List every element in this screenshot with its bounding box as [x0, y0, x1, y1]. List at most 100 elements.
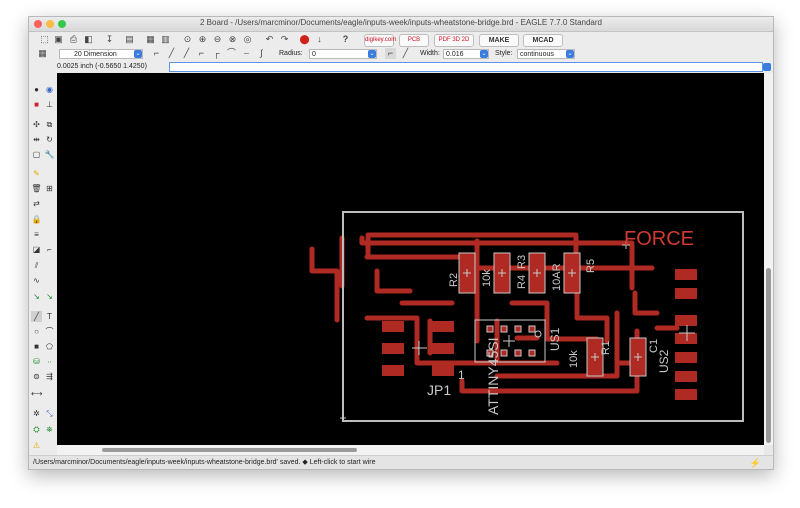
show-icon[interactable]: ◉: [44, 84, 55, 95]
label-10k-a: 10k: [481, 269, 493, 287]
cam-icon[interactable]: ◧: [83, 34, 94, 45]
signal-icon[interactable]: ∙∙: [44, 356, 55, 367]
redo-icon[interactable]: ↷: [279, 34, 290, 45]
text-icon[interactable]: T: [44, 311, 55, 322]
zoom-select-icon[interactable]: ◎: [242, 34, 253, 45]
label-r2: R2: [448, 273, 460, 287]
style-select[interactable]: continuous ⌄: [517, 49, 575, 59]
miter-icon[interactable]: ◪: [31, 244, 42, 255]
label-jp1: JP1: [427, 382, 451, 398]
width-value: 0.016: [446, 51, 464, 58]
status-bar: /Users/marcminor/Documents/eagle/inputs-…: [29, 455, 773, 469]
display-icon[interactable]: ■: [31, 99, 42, 110]
arc-icon[interactable]: ⌒: [44, 326, 55, 337]
zoom-fit-icon[interactable]: ⊙: [182, 34, 193, 45]
lock-icon[interactable]: 🔒: [31, 214, 42, 225]
smash-icon[interactable]: ≡: [31, 229, 42, 240]
delete-icon[interactable]: 🗑: [31, 183, 42, 194]
wire-bend-4-icon[interactable]: ⌐: [196, 48, 207, 59]
lightning-icon: ⚡: [749, 458, 761, 468]
digikey-button[interactable]: digikey.com: [364, 34, 396, 47]
change-icon[interactable]: 🔧: [44, 149, 55, 160]
move-icon[interactable]: ✣: [31, 119, 42, 130]
undo-icon[interactable]: ↶: [264, 34, 275, 45]
optimize-icon[interactable]: ⫽: [31, 260, 42, 271]
wire-bend-8-icon[interactable]: ∫: [256, 48, 267, 59]
dimension-icon[interactable]: ⟷: [31, 388, 42, 399]
history-dropdown-icon[interactable]: [763, 63, 771, 71]
zoom-redraw-icon[interactable]: ⊗: [227, 34, 238, 45]
rect-icon[interactable]: ■: [31, 341, 42, 352]
wire-bend-6-icon[interactable]: ⌒: [226, 48, 237, 59]
label-us1: US1: [548, 327, 562, 351]
script-icon[interactable]: ↧: [104, 34, 115, 45]
print-icon[interactable]: ⎙: [68, 34, 79, 45]
zoom-in-icon[interactable]: ⊕: [197, 34, 208, 45]
layer-select[interactable]: 20 Dimension ⌄: [59, 49, 143, 59]
info-icon[interactable]: ●: [31, 84, 42, 95]
board-canvas[interactable]: FORCE R2 10k R4 R3 10AR R5 US1 10k R1 C1…: [57, 73, 764, 445]
ripup-icon[interactable]: ↘: [44, 291, 55, 302]
add-icon[interactable]: ⊞: [44, 183, 55, 194]
ulp-icon[interactable]: ▤: [124, 34, 135, 45]
label-pin1: 1: [458, 368, 465, 382]
wire-bend-7-icon[interactable]: ⌣: [241, 48, 252, 59]
hole-icon[interactable]: ⊜: [31, 371, 42, 382]
erc-icon[interactable]: ⛯: [44, 424, 55, 435]
width-label: Width:: [420, 50, 440, 57]
horizontal-scrollbar[interactable]: [57, 445, 764, 455]
mark-icon[interactable]: ⊥: [44, 99, 55, 110]
via-icon[interactable]: ⛁: [31, 356, 42, 367]
wire-bend-icon[interactable]: ⌐: [151, 48, 162, 59]
app-window: 2 Board - /Users/marcminor/Documents/eag…: [28, 16, 774, 470]
route-icon[interactable]: ↘: [31, 291, 42, 302]
polygon-icon[interactable]: ⬠: [44, 341, 55, 352]
copy-icon[interactable]: ⧉: [44, 119, 55, 130]
errors-icon[interactable]: ⚠: [31, 440, 42, 451]
mcad-button[interactable]: MCAD: [523, 34, 563, 47]
meander-icon[interactable]: ∿: [31, 275, 42, 286]
command-input[interactable]: [169, 62, 763, 72]
wire-bend-5-icon[interactable]: ┌: [211, 48, 222, 59]
make-button[interactable]: MAKE: [479, 34, 519, 47]
save-icon[interactable]: ▣: [53, 34, 64, 45]
autorouter-icon[interactable]: ⤡: [44, 408, 55, 419]
replace-icon[interactable]: ⇄: [31, 198, 42, 209]
label-r4: R4: [516, 275, 528, 289]
mirror-icon[interactable]: ⇹: [31, 134, 42, 145]
grid-icon[interactable]: ▦: [37, 48, 48, 59]
attribute-icon[interactable]: ⇶: [44, 371, 55, 382]
wire-bend-3-icon[interactable]: ╱: [181, 48, 192, 59]
rotate-icon[interactable]: ↻: [44, 134, 55, 145]
horizontal-scroll-thumb[interactable]: [102, 448, 357, 452]
schematic-icon[interactable]: ▦: [145, 34, 156, 45]
layer-value: 20 Dimension: [74, 51, 117, 58]
vertical-scrollbar[interactable]: [764, 73, 773, 445]
wire-icon[interactable]: ╱: [31, 311, 42, 322]
parameter-toolbar: ▦ 20 Dimension ⌄ ⌐ ╱ ╱ ⌐ ┌ ⌒ ⌣ ∫ Radius:…: [29, 47, 773, 62]
miter-round-icon[interactable]: ⌐: [385, 48, 396, 59]
ratsnest-icon[interactable]: ✲: [31, 408, 42, 419]
pcb-quote-button[interactable]: PCB quote: [399, 34, 429, 54]
circle-icon[interactable]: ○: [31, 326, 42, 337]
zoom-out-icon[interactable]: ⊖: [212, 34, 223, 45]
chevron-down-icon: ⌄: [566, 50, 574, 58]
radius-input[interactable]: 0 ⌄: [309, 49, 377, 59]
stop-icon[interactable]: ⬤: [299, 34, 310, 45]
split-icon[interactable]: ⌐: [44, 244, 55, 255]
miter-straight-icon[interactable]: ╱: [400, 48, 411, 59]
paste-icon[interactable]: ✎: [31, 168, 42, 179]
board-icon[interactable]: ▥: [160, 34, 171, 45]
vertical-scroll-thumb[interactable]: [766, 268, 771, 443]
open-icon[interactable]: ⬚: [39, 34, 50, 45]
group-icon[interactable]: ▢: [31, 149, 42, 160]
pcb-layout: FORCE R2 10k R4 R3 10AR R5 US1 10k R1 C1…: [309, 211, 744, 422]
drc-icon[interactable]: ⛭: [31, 424, 42, 435]
width-input[interactable]: 0.016 ⌄: [443, 49, 489, 59]
label-us2: US2: [657, 349, 671, 373]
pdf-button[interactable]: PDF 3D 2D: [434, 34, 474, 47]
go-icon[interactable]: ↓: [314, 34, 325, 45]
wire-bend-2-icon[interactable]: ╱: [166, 48, 177, 59]
help-icon[interactable]: ?: [340, 34, 351, 45]
window-title: 2 Board - /Users/marcminor/Documents/eag…: [200, 18, 602, 27]
